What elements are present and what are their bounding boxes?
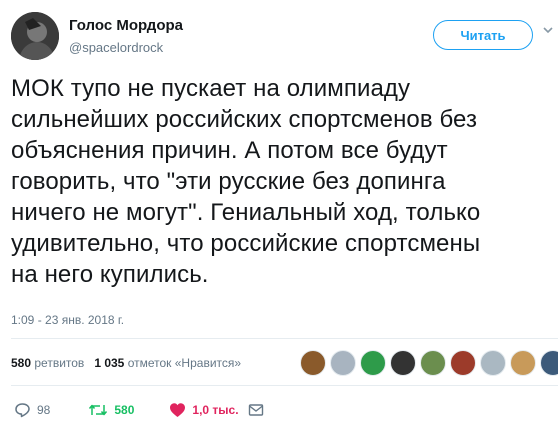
tweet-text: МОК тупо не пускает на олимпиаду сильней…	[11, 75, 481, 288]
retweet-arrows-icon	[89, 404, 108, 416]
liker-avatar[interactable]	[360, 350, 386, 376]
liker-avatar[interactable]	[540, 350, 558, 376]
tweet-stats: 580 ретвитов 1 035 отметок «Нравится»	[11, 356, 241, 370]
like-count: 1,0 тыс.	[192, 403, 239, 417]
liker-avatar[interactable]	[300, 350, 326, 376]
retweet-button[interactable]: 580	[88, 402, 134, 418]
retweet-count: 580	[114, 403, 135, 417]
like-button[interactable]: 1,0 тыс.	[169, 402, 239, 418]
likes-stat[interactable]: 1 035 отметок «Нравится»	[94, 356, 241, 370]
heart-icon	[170, 403, 186, 417]
author-avatar[interactable]	[11, 12, 59, 60]
author-name[interactable]: Голос Мордора	[69, 17, 183, 34]
reply-count: 98	[37, 403, 51, 417]
author-handle[interactable]: @spacelordrock	[69, 40, 163, 55]
envelope-icon	[248, 404, 263, 416]
tweet-actions: 98 580 1,0 тыс.	[14, 400, 264, 420]
liker-avatar[interactable]	[450, 350, 476, 376]
chevron-down-icon[interactable]	[542, 24, 554, 36]
follow-button[interactable]: Читать	[433, 20, 533, 50]
likes-stat-label: отметок «Нравится»	[127, 356, 242, 370]
liker-avatar[interactable]	[420, 350, 446, 376]
liker-avatar[interactable]	[480, 350, 506, 376]
speech-bubble-icon	[15, 403, 30, 418]
reply-button[interactable]: 98	[14, 402, 50, 418]
likes-stat-count: 1 035	[94, 356, 125, 370]
retweets-stat-label: ретвитов	[34, 356, 85, 370]
direct-message-button[interactable]	[248, 403, 264, 417]
divider	[11, 338, 558, 339]
divider	[11, 385, 558, 386]
liker-avatars	[300, 350, 558, 376]
tweet-timestamp[interactable]: 1:09 - 23 янв. 2018 г.	[11, 313, 124, 327]
liker-avatar[interactable]	[390, 350, 416, 376]
retweets-stat-count: 580	[11, 356, 32, 370]
liker-avatar[interactable]	[330, 350, 356, 376]
retweets-stat[interactable]: 580 ретвитов	[11, 356, 84, 370]
liker-avatar[interactable]	[510, 350, 536, 376]
